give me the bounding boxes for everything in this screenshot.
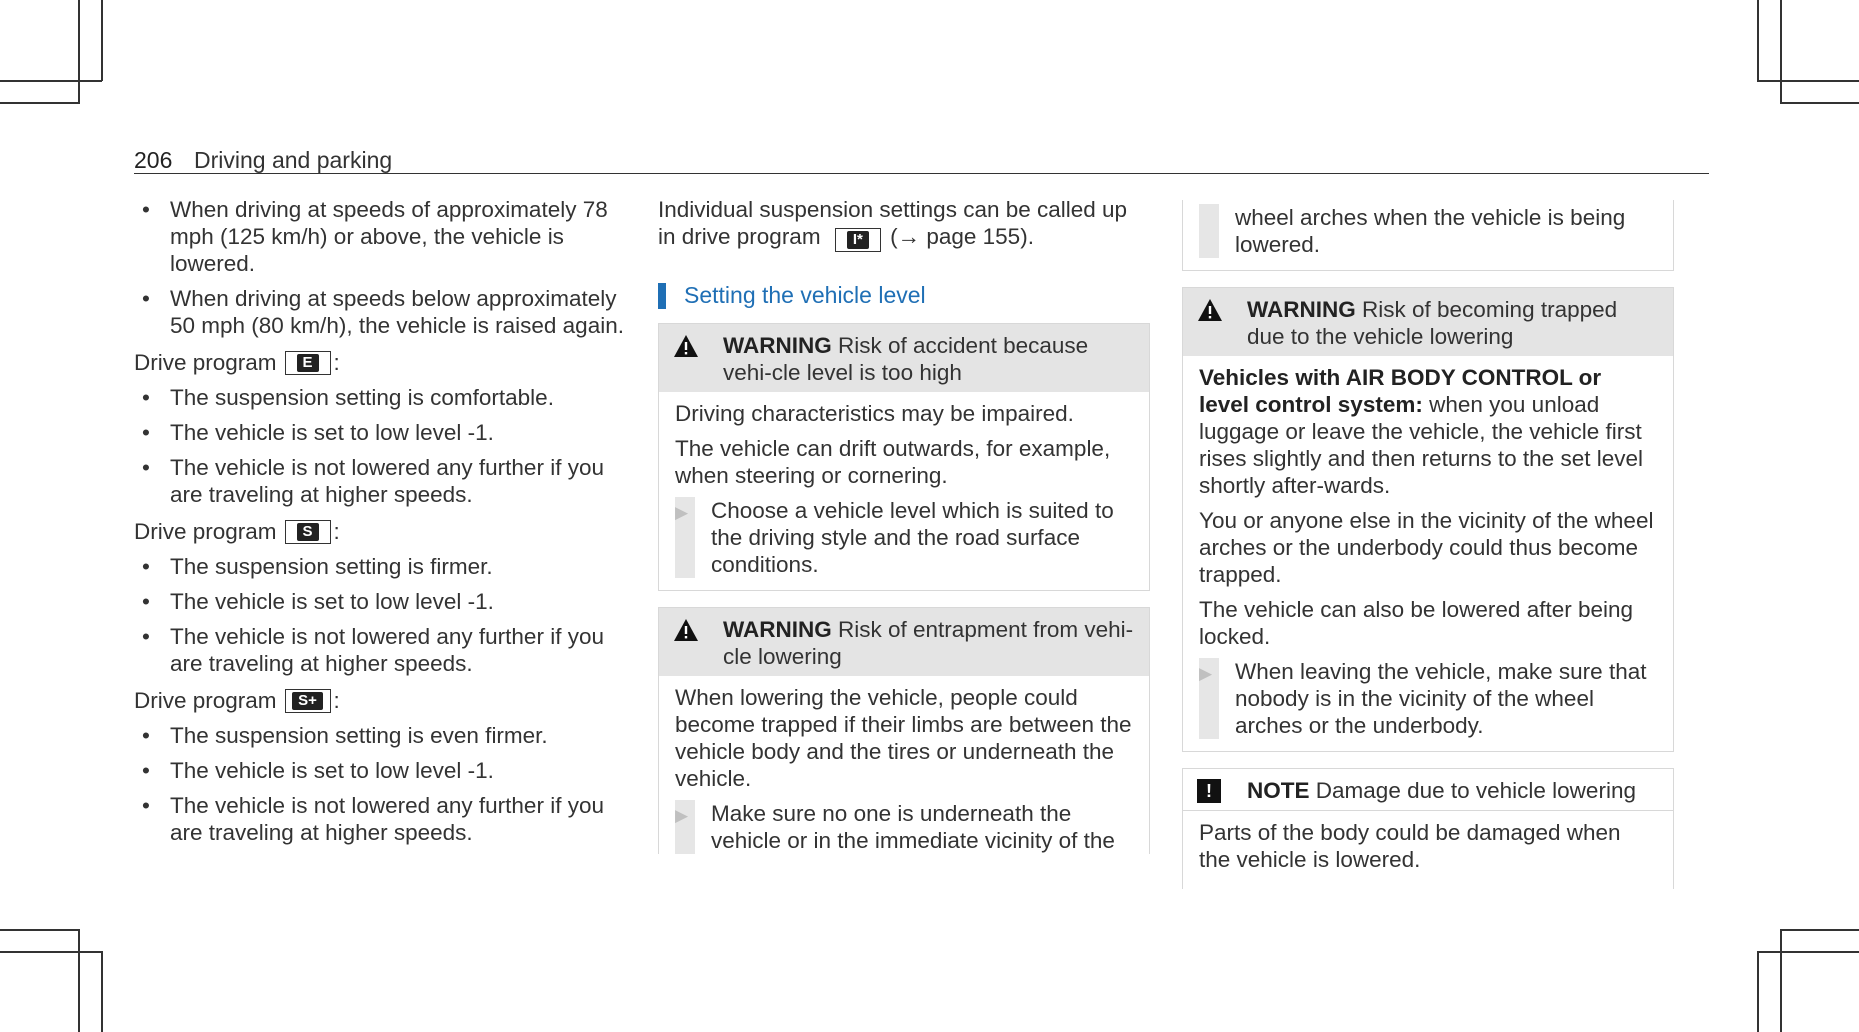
- crop-mark: [0, 102, 79, 104]
- action-step: ▶ When leaving the vehicle, make sure th…: [1199, 658, 1657, 739]
- list-item: When driving at speeds of approximately …: [134, 196, 634, 277]
- warning-header: WARNING Risk of becoming trapped due to …: [1183, 288, 1673, 356]
- action-arrow-icon: ▶: [1199, 664, 1213, 683]
- list-item: The suspension setting is comfortable.: [134, 384, 634, 411]
- page-header: 206 Driving and parking: [134, 143, 1709, 174]
- warning-paragraph: When lowering the vehicle, people could …: [675, 685, 1132, 791]
- action-step: ▶ Make sure no one is underneath the veh…: [675, 800, 1133, 854]
- page-reference-link[interactable]: (→ page 155).: [890, 224, 1034, 249]
- crop-mark: [1757, 951, 1859, 953]
- list-item: The vehicle is not lowered any further i…: [134, 623, 634, 677]
- speed-bullets: When driving at speeds of approximately …: [134, 196, 634, 339]
- list-item: The vehicle is not lowered any further i…: [134, 792, 634, 846]
- warning-body: Driving characteristics may be impaired.…: [659, 392, 1149, 590]
- warning-triangle-icon: [673, 334, 699, 386]
- action-step: wheel arches when the vehicle is being l…: [1199, 204, 1657, 258]
- note-exclamation-icon: !: [1197, 779, 1221, 803]
- crop-mark: [1757, 80, 1859, 82]
- warning-title: WARNING Risk of accident because vehi-cl…: [723, 333, 1089, 385]
- warning-box-trapped: WARNING Risk of becoming trapped due to …: [1182, 287, 1674, 752]
- column-right: wheel arches when the vehicle is being l…: [1182, 200, 1674, 905]
- drive-program-e-icon: E: [284, 350, 331, 375]
- action-arrow-icon: ▶: [675, 503, 689, 522]
- note-body: Parts of the body could be damaged when …: [1183, 811, 1673, 889]
- note-title: NOTE Damage due to vehicle lowering: [1247, 778, 1636, 803]
- warning-body: wheel arches when the vehicle is being l…: [1183, 200, 1673, 270]
- warning-paragraph: The vehicle can also be lowered after be…: [1199, 597, 1634, 649]
- crop-mark: [101, 0, 103, 81]
- warning-body: Vehicles with AIR BODY CONTROL or level …: [1183, 356, 1673, 751]
- action-step: ▶ Choose a vehicle level which is suited…: [675, 497, 1133, 578]
- page-number: 206: [134, 147, 173, 173]
- warning-paragraph: You or anyone else in the vicinity of th…: [1199, 508, 1654, 587]
- warning-box-accident: WARNING Risk of accident because vehi-cl…: [658, 323, 1150, 591]
- crop-mark: [0, 951, 102, 953]
- column-middle: Individual suspension settings can be ca…: [658, 196, 1150, 854]
- drive-program-s-heading: Drive program S :: [134, 519, 340, 544]
- warning-continuation: wheel arches when the vehicle is being l…: [1182, 200, 1674, 271]
- list-item: The suspension setting is firmer.: [134, 553, 634, 580]
- list-item: The vehicle is not lowered any further i…: [134, 454, 634, 508]
- note-header: ! NOTE Damage due to vehicle lowering: [1183, 769, 1673, 811]
- warning-paragraph: Vehicles with AIR BODY CONTROL or level …: [1199, 365, 1643, 498]
- drive-program-s-icon: S: [284, 519, 331, 544]
- drive-program-individual-icon: I*: [834, 228, 881, 252]
- warning-paragraph: Driving characteristics may be impaired.: [675, 401, 1074, 426]
- subheading-marker: [658, 282, 666, 309]
- warning-title: WARNING Risk of becoming trapped due to …: [1247, 297, 1618, 349]
- warning-header: WARNING Risk of accident because vehi-cl…: [659, 324, 1149, 392]
- crop-mark: [1780, 929, 1782, 1032]
- subheading: Setting the vehicle level: [658, 282, 1150, 309]
- drive-program-e-bullets: The suspension setting is comfortable. T…: [134, 384, 634, 508]
- crop-mark: [0, 929, 79, 931]
- intro-paragraph: Individual suspension settings can be ca…: [658, 196, 1150, 252]
- note-box: ! NOTE Damage due to vehicle lowering Pa…: [1182, 768, 1674, 889]
- warning-box-entrapment: WARNING Risk of entrapment from vehi-cle…: [658, 607, 1150, 854]
- crop-mark: [1757, 0, 1759, 81]
- crop-mark: [0, 80, 102, 82]
- note-paragraph: Parts of the body could be damaged when …: [1199, 820, 1621, 872]
- list-item: The suspension setting is even firmer.: [134, 722, 634, 749]
- crop-mark: [78, 0, 80, 104]
- warning-title: WARNING Risk of entrapment from vehi-cle…: [723, 617, 1134, 669]
- drive-program-s-bullets: The suspension setting is firmer. The ve…: [134, 553, 634, 677]
- column-left: When driving at speeds of approximately …: [134, 196, 634, 854]
- crop-mark: [101, 951, 103, 1032]
- section-title: Driving and parking: [194, 147, 393, 173]
- action-arrow-icon: ▶: [675, 806, 689, 825]
- warning-header: WARNING Risk of entrapment from vehi-cle…: [659, 608, 1149, 676]
- crop-mark: [1780, 929, 1859, 931]
- warning-triangle-icon: [1197, 298, 1223, 350]
- list-item: When driving at speeds below approximate…: [134, 285, 634, 339]
- list-item: The vehicle is set to low level -1.: [134, 419, 634, 446]
- drive-program-e-heading: Drive program E :: [134, 350, 340, 375]
- drive-program-s-plus-icon: S+: [284, 688, 331, 713]
- drive-program-s-plus-heading: Drive program S+ :: [134, 688, 340, 713]
- list-item: The vehicle is set to low level -1.: [134, 757, 634, 784]
- subheading-title: Setting the vehicle level: [684, 282, 926, 308]
- crop-mark: [1780, 0, 1782, 104]
- warning-paragraph: The vehicle can drift outwards, for exam…: [675, 436, 1111, 488]
- crop-mark: [78, 929, 80, 1032]
- list-item: The vehicle is set to low level -1.: [134, 588, 634, 615]
- warning-triangle-icon: [673, 618, 699, 670]
- drive-program-s-plus-bullets: The suspension setting is even firmer. T…: [134, 722, 634, 846]
- action-arrow-placeholder: [1199, 204, 1219, 258]
- warning-body: When lowering the vehicle, people could …: [659, 676, 1149, 854]
- crop-mark: [1757, 951, 1759, 1032]
- crop-mark: [1780, 102, 1859, 104]
